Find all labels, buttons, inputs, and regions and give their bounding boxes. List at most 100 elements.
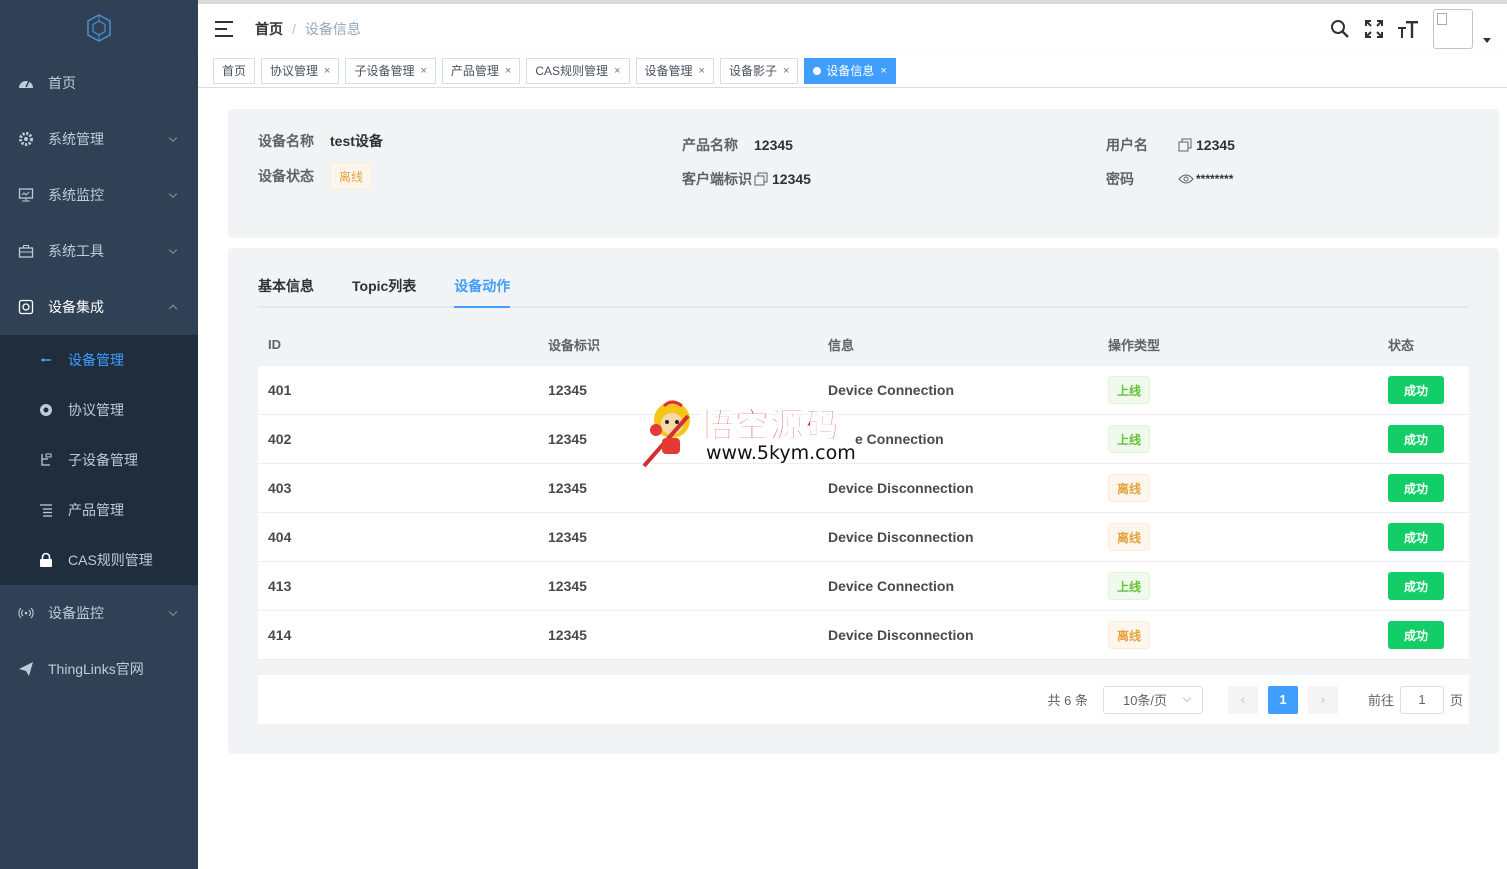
close-icon[interactable]: × [505,65,511,77]
tab-device-actions[interactable]: 设备动作 [454,276,511,308]
device-detail-card: 基本信息 Topic列表 设备动作 ID 设备标识 信息 操作类型 状态 401… [228,248,1499,754]
sidebar-item-label: CAS规则管理 [68,552,153,568]
type-badge: 离线 [1108,621,1151,649]
password-field: 密码 ******** [1106,169,1233,189]
fullscreen-icon[interactable] [1363,18,1385,40]
type-badge: 上线 [1108,376,1151,404]
minus-icon [38,352,54,368]
sidebar-item-home[interactable]: 首页 [0,55,198,111]
signal-icon [18,605,34,621]
tag-home[interactable]: 首页 [213,57,256,84]
send-icon [18,661,34,677]
sidebar-item-label: 系统管理 [48,131,104,147]
username-value: 12345 [1196,137,1235,153]
table-header: ID 设备标识 信息 操作类型 状态 [258,323,1469,366]
tag-label: 设备影子 [728,64,777,78]
close-icon[interactable]: × [324,65,330,77]
status-badge: 成功 [1388,572,1444,600]
sidebar-item-label: ThingLinks官网 [48,661,144,677]
status-badge: 成功 [1388,376,1444,404]
close-icon[interactable]: × [880,65,886,77]
hamburger-icon[interactable] [215,21,233,37]
logo-icon [87,13,111,42]
breadcrumb: 首页 / 设备信息 [255,19,361,39]
sidebar-item-label: 设备监控 [48,605,104,621]
lock-icon [38,552,54,568]
goto-page-input[interactable]: 1 [1399,685,1444,714]
password-value: ******** [1196,172,1234,186]
copy-icon[interactable] [1178,138,1192,152]
cell-device: 12345 [548,627,587,643]
cell-id: 403 [268,480,292,496]
tag-subdevice[interactable]: 子设备管理 × [345,57,436,84]
field-label: 设备名称 [258,133,314,149]
sidebar-item-system-monitor[interactable]: 系统监控 [0,167,198,223]
status-badge: 成功 [1388,474,1444,502]
tags-view: 首页 协议管理 × 子设备管理 × 产品管理 × CAS规则管理 × 设备管理 × 设备影… [198,54,1507,88]
tag-label: 子设备管理 [354,64,415,78]
list-icon [38,502,54,518]
close-icon[interactable]: × [614,65,620,77]
breadcrumb-home[interactable]: 首页 [255,19,283,39]
active-dot-icon [813,66,822,75]
tab-basic-info[interactable]: 基本信息 [258,276,314,306]
eye-icon[interactable] [1178,173,1194,185]
page-number-current[interactable]: 1 [1267,685,1298,714]
chevron-up-icon [168,304,178,314]
monitor-icon [18,187,34,203]
sidebar-item-thinglinks-site[interactable]: ThingLinks官网 [0,641,198,697]
chevron-down-icon [168,189,178,199]
device-name-field: 设备名称 test设备 [258,131,383,151]
sidebar-item-label: 设备管理 [68,352,124,368]
type-badge: 离线 [1108,523,1151,551]
sidebar-item-system-admin[interactable]: 系统管理 [0,111,198,167]
status-badge: 成功 [1388,523,1444,551]
device-icon [18,299,34,315]
logo[interactable] [0,0,198,55]
avatar[interactable] [1433,9,1473,49]
tag-label: 设备信息 [826,64,875,78]
navbar: 首页 / 设备信息 [198,4,1507,54]
next-page-button[interactable]: › [1307,685,1338,714]
sidebar-item-label: 设备集成 [48,299,104,315]
chevron-down-icon [168,133,178,143]
device-name-value: test设备 [330,133,383,149]
tab-topic-list[interactable]: Topic列表 [352,276,416,306]
close-icon[interactable]: × [783,65,789,77]
sidebar-item-protocol-management[interactable]: 协议管理 [0,385,198,435]
close-icon[interactable]: × [699,65,705,77]
search-icon[interactable] [1329,18,1351,40]
sidebar-item-product-management[interactable]: 产品管理 [0,485,198,535]
tag-protocol[interactable]: 协议管理 × [261,57,340,84]
toolbox-icon [18,243,34,259]
prev-page-button[interactable]: ‹ [1227,685,1258,714]
status-badge: 成功 [1388,621,1444,649]
page-size-select[interactable]: 10条/页 [1102,685,1203,714]
table-row: 413 12345 Device Connection 上线 成功 [258,562,1469,611]
client-id-value: 12345 [772,171,811,187]
tag-device-info[interactable]: 设备信息 × [804,57,896,84]
sidebar-item-subdevice-management[interactable]: 子设备管理 [0,435,198,485]
page-size-value: 10条/页 [1122,693,1168,708]
product-name-value: 12345 [754,137,793,153]
close-icon[interactable]: × [420,65,426,77]
actions-table: ID 设备标识 信息 操作类型 状态 401 12345 Device Conn… [258,323,1469,660]
sidebar-item-device-integration[interactable]: 设备集成 [0,279,198,335]
goto-label: 前往 [1367,693,1394,708]
tag-device[interactable]: 设备管理 × [635,57,714,84]
tag-cas[interactable]: CAS规则管理 × [526,57,630,84]
sidebar-item-device-management[interactable]: 设备管理 [0,335,198,385]
column-header: 操作类型 [1108,337,1161,353]
sidebar-item-system-tools[interactable]: 系统工具 [0,223,198,279]
sidebar-item-cas-rules[interactable]: CAS规则管理 [0,535,198,585]
table-row: 404 12345 Device Disconnection 离线 成功 [258,513,1469,562]
tag-shadow[interactable]: 设备影子 × [719,57,799,84]
sidebar-item-device-monitor[interactable]: 设备监控 [0,585,198,641]
pagination-total: 共 6 条 [1047,693,1088,708]
tag-product[interactable]: 产品管理 × [441,57,521,84]
copy-icon[interactable] [754,172,768,186]
column-header: ID [268,336,281,352]
font-size-icon[interactable] [1397,18,1419,40]
caret-down-icon[interactable] [1483,37,1491,43]
cell-device: 12345 [548,480,587,496]
